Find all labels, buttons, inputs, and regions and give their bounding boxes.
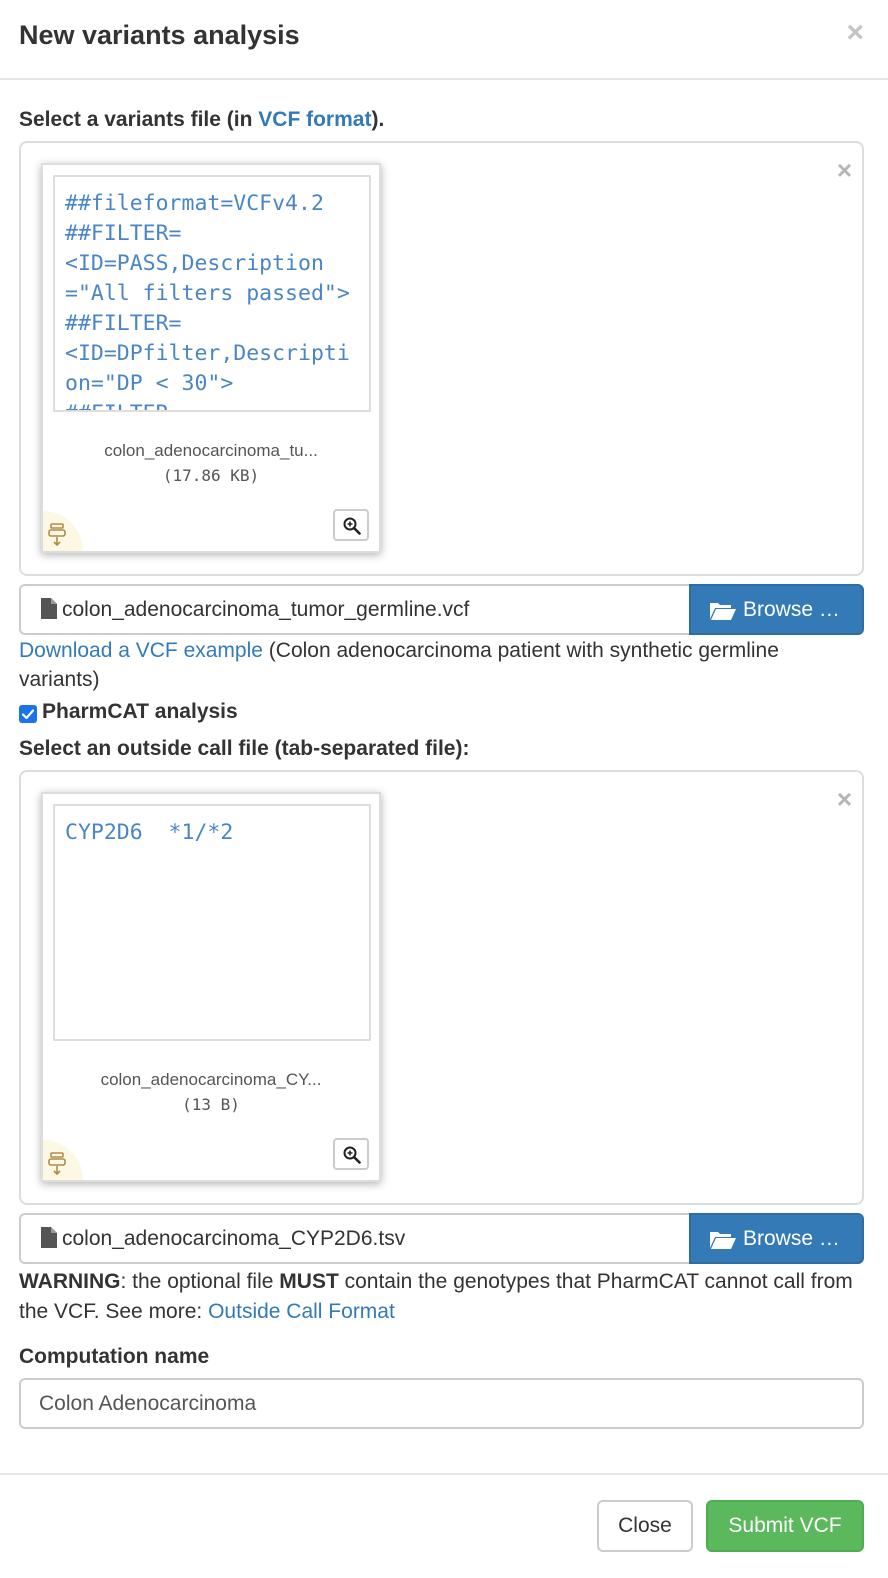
zoom-outside-call-file-button[interactable] [333, 1138, 369, 1170]
vcf-format-link[interactable]: VCF format [258, 108, 371, 131]
browse-outside-call-file-button[interactable]: Browse … [689, 1213, 864, 1264]
variants-file-content-preview: ##fileformat=VCFv4.2 ##FILTER= <ID=PASS,… [53, 175, 371, 412]
warning-text-1: : the optional file [120, 1270, 280, 1293]
check-icon [21, 709, 35, 720]
drag-handle[interactable] [43, 1140, 83, 1180]
outside-call-file-content-preview: CYP2D6 *1/*2 [53, 804, 371, 1041]
variants-file-preview: × ##fileformat=VCFv4.2 ##FILTER= <ID=PAS… [19, 141, 864, 576]
drag-handle[interactable] [43, 511, 83, 551]
browse-variants-label: Browse … [743, 598, 840, 621]
pharmcat-checkbox-label: PharmCAT analysis [42, 700, 238, 723]
outside-call-file-caption: colon_adenocarcinoma_CY... [100, 1070, 322, 1089]
variants-file-thumbnail: ##fileformat=VCFv4.2 ##FILTER= <ID=PASS,… [41, 163, 381, 553]
outside-call-file-name: colon_adenocarcinoma_CYP2D6.tsv [62, 1227, 406, 1250]
folder-open-icon [710, 1232, 736, 1249]
warning-must: MUST [279, 1270, 339, 1293]
computation-name-value: Colon Adenocarcinoma [39, 1392, 257, 1415]
outside-call-warning: WARNING: the optional file MUST contain … [19, 1267, 864, 1327]
variants-file-input-group: colon_adenocarcinoma_tumor_germline.vcf … [19, 584, 864, 635]
variants-file-label: Select a variants file (in VCF format). [19, 108, 384, 132]
modal-footer: Close Submit VCF [0, 1473, 888, 1578]
outside-call-format-link[interactable]: Outside Call Format [208, 1300, 395, 1323]
outside-call-file-preview: × CYP2D6 *1/*2 colon_adenocarcinoma_CY..… [19, 770, 864, 1205]
outside-call-file-label: Select an outside call file (tab-separat… [19, 737, 470, 760]
outside-call-file-thumbnail: CYP2D6 *1/*2 colon_adenocarcinoma_CY... … [41, 792, 381, 1182]
modal-header: New variants analysis × [0, 0, 888, 80]
browse-outside-call-label: Browse … [743, 1227, 840, 1250]
variants-file-size: (17.86 KB) [162, 466, 260, 485]
computation-name-input[interactable]: Colon Adenocarcinoma [19, 1378, 864, 1429]
close-button[interactable]: Close [597, 1500, 693, 1552]
remove-variants-file-button[interactable]: × [837, 157, 852, 183]
download-vcf-example-link[interactable]: Download a VCF example [19, 639, 263, 662]
modal-close-button[interactable]: × [846, 18, 864, 48]
zoom-in-icon [343, 1146, 361, 1164]
download-example-text: Download a VCF example (Colon adenocarci… [19, 636, 864, 694]
variants-label-prefix: Select a variants file (in [19, 108, 259, 131]
remove-outside-call-file-button[interactable]: × [837, 786, 852, 812]
variants-label-suffix: ). [371, 108, 385, 131]
pharmcat-checkbox[interactable] [19, 705, 37, 723]
outside-call-file-caption-field[interactable]: colon_adenocarcinoma_CYP2D6.tsv [19, 1213, 690, 1264]
file-icon [41, 1227, 57, 1248]
folder-open-icon [710, 603, 736, 620]
variants-file-caption: colon_adenocarcinoma_tu... [104, 441, 318, 460]
browse-variants-file-button[interactable]: Browse … [689, 584, 864, 635]
zoom-variants-file-button[interactable] [333, 509, 369, 541]
drag-handle-icon [48, 523, 66, 547]
drag-handle-icon [48, 1152, 66, 1176]
zoom-in-icon [343, 517, 361, 535]
submit-vcf-button[interactable]: Submit VCF [706, 1500, 864, 1552]
outside-call-file-input-group: colon_adenocarcinoma_CYP2D6.tsv Browse … [19, 1213, 864, 1264]
computation-name-label: Computation name [19, 1345, 210, 1368]
variants-file-name: colon_adenocarcinoma_tumor_germline.vcf [62, 598, 470, 621]
outside-call-file-size: (13 B) [182, 1095, 240, 1114]
file-icon [41, 598, 57, 619]
modal-title: New variants analysis [19, 20, 300, 50]
warning-keyword: WARNING [19, 1270, 121, 1293]
variants-file-caption-field[interactable]: colon_adenocarcinoma_tumor_germline.vcf [19, 584, 690, 635]
